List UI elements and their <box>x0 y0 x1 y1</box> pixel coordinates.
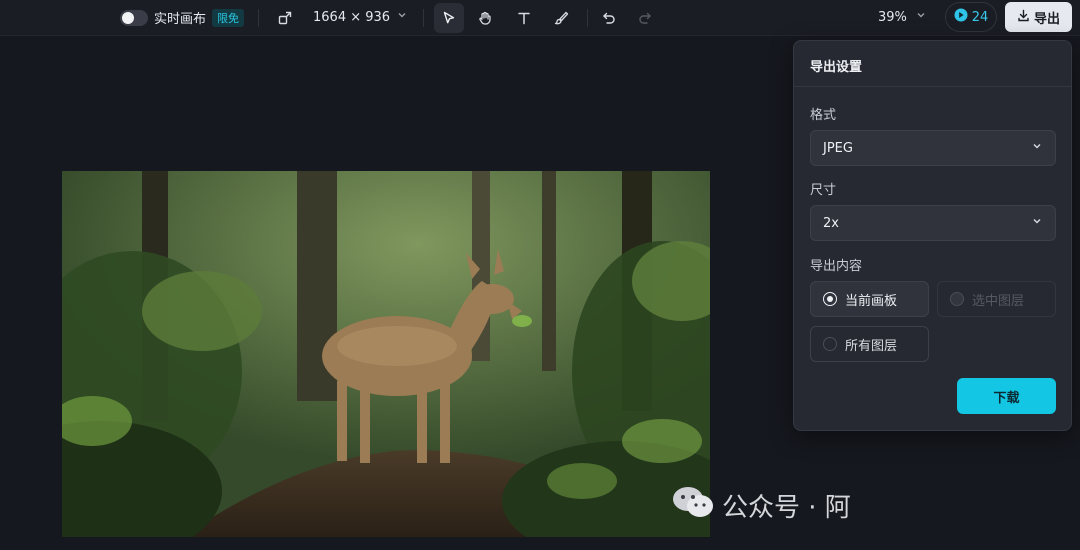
export-button[interactable]: 导出 <box>1005 2 1072 32</box>
radio-icon <box>950 292 964 306</box>
option-label: 当前画板 <box>845 293 898 309</box>
canvas-size-value: 1664 × 936 <box>313 9 391 25</box>
option-all-layers[interactable]: 所有图层 <box>810 326 929 362</box>
canvas-size-dropdown[interactable]: 1664 × 936 <box>313 9 408 25</box>
zoom-dropdown[interactable]: 39% <box>878 9 927 25</box>
credits-button[interactable]: 24 <box>945 2 997 32</box>
size-value: 2x <box>823 215 839 231</box>
undo-icon[interactable] <box>594 3 624 33</box>
radio-icon <box>823 337 837 351</box>
brush-tool-icon[interactable] <box>546 3 576 33</box>
toolbar-divider <box>423 9 424 27</box>
format-label: 格式 <box>810 108 837 123</box>
export-content-label: 导出内容 <box>810 259 863 274</box>
live-canvas-toggle[interactable] <box>120 9 148 26</box>
credits-count: 24 <box>971 9 989 25</box>
free-badge: 限免 <box>212 8 245 27</box>
panel-title: 导出设置 <box>794 41 1071 87</box>
size-select[interactable]: 2x <box>810 205 1056 241</box>
watermark: 公众号 · 阿 <box>672 485 851 526</box>
size-label: 尺寸 <box>810 183 837 198</box>
toggle-knob <box>122 11 134 24</box>
live-canvas-control: 实时画布 限免 <box>120 8 245 27</box>
download-icon <box>1017 9 1030 26</box>
chevron-down-icon <box>915 9 927 25</box>
forest-deer-image <box>62 171 710 537</box>
top-toolbar: 实时画布 限免 1664 × 936 39% 24 导出 <box>0 0 1080 36</box>
option-label: 所有图层 <box>845 338 898 354</box>
text-tool-icon[interactable] <box>509 3 539 33</box>
format-select[interactable]: JPEG <box>810 130 1056 166</box>
live-canvas-label: 实时画布 <box>154 12 207 27</box>
export-label: 导出 <box>1033 11 1060 27</box>
export-settings-panel: 导出设置 格式 JPEG 尺寸 2x 导出内容 当前画板 选中图层 所有图层 下… <box>793 40 1072 431</box>
app-window: 实时画布 限免 1664 × 936 39% 24 导出 公众号 · 阿 导出设… <box>0 0 1080 550</box>
watermark-text: 公众号 · 阿 <box>722 493 851 523</box>
credit-coin-icon <box>954 8 968 26</box>
option-label: 选中图层 <box>972 293 1025 309</box>
option-current-artboard[interactable]: 当前画板 <box>810 281 929 317</box>
hand-tool-icon[interactable] <box>470 3 500 33</box>
toolbar-divider <box>258 9 259 27</box>
chevron-down-icon <box>1031 140 1043 156</box>
resize-canvas-icon[interactable] <box>270 3 300 33</box>
toolbar-divider <box>587 9 588 27</box>
artboard-image[interactable] <box>62 171 710 537</box>
chevron-down-icon <box>396 9 408 25</box>
redo-icon[interactable] <box>630 3 660 33</box>
select-tool-icon[interactable] <box>434 3 464 33</box>
chevron-down-icon <box>1031 215 1043 231</box>
format-value: JPEG <box>823 140 853 156</box>
zoom-value: 39% <box>878 9 907 25</box>
download-button[interactable]: 下载 <box>957 378 1056 414</box>
option-selected-layer[interactable]: 选中图层 <box>937 281 1056 317</box>
wechat-icon <box>672 485 714 526</box>
radio-icon <box>823 292 837 306</box>
